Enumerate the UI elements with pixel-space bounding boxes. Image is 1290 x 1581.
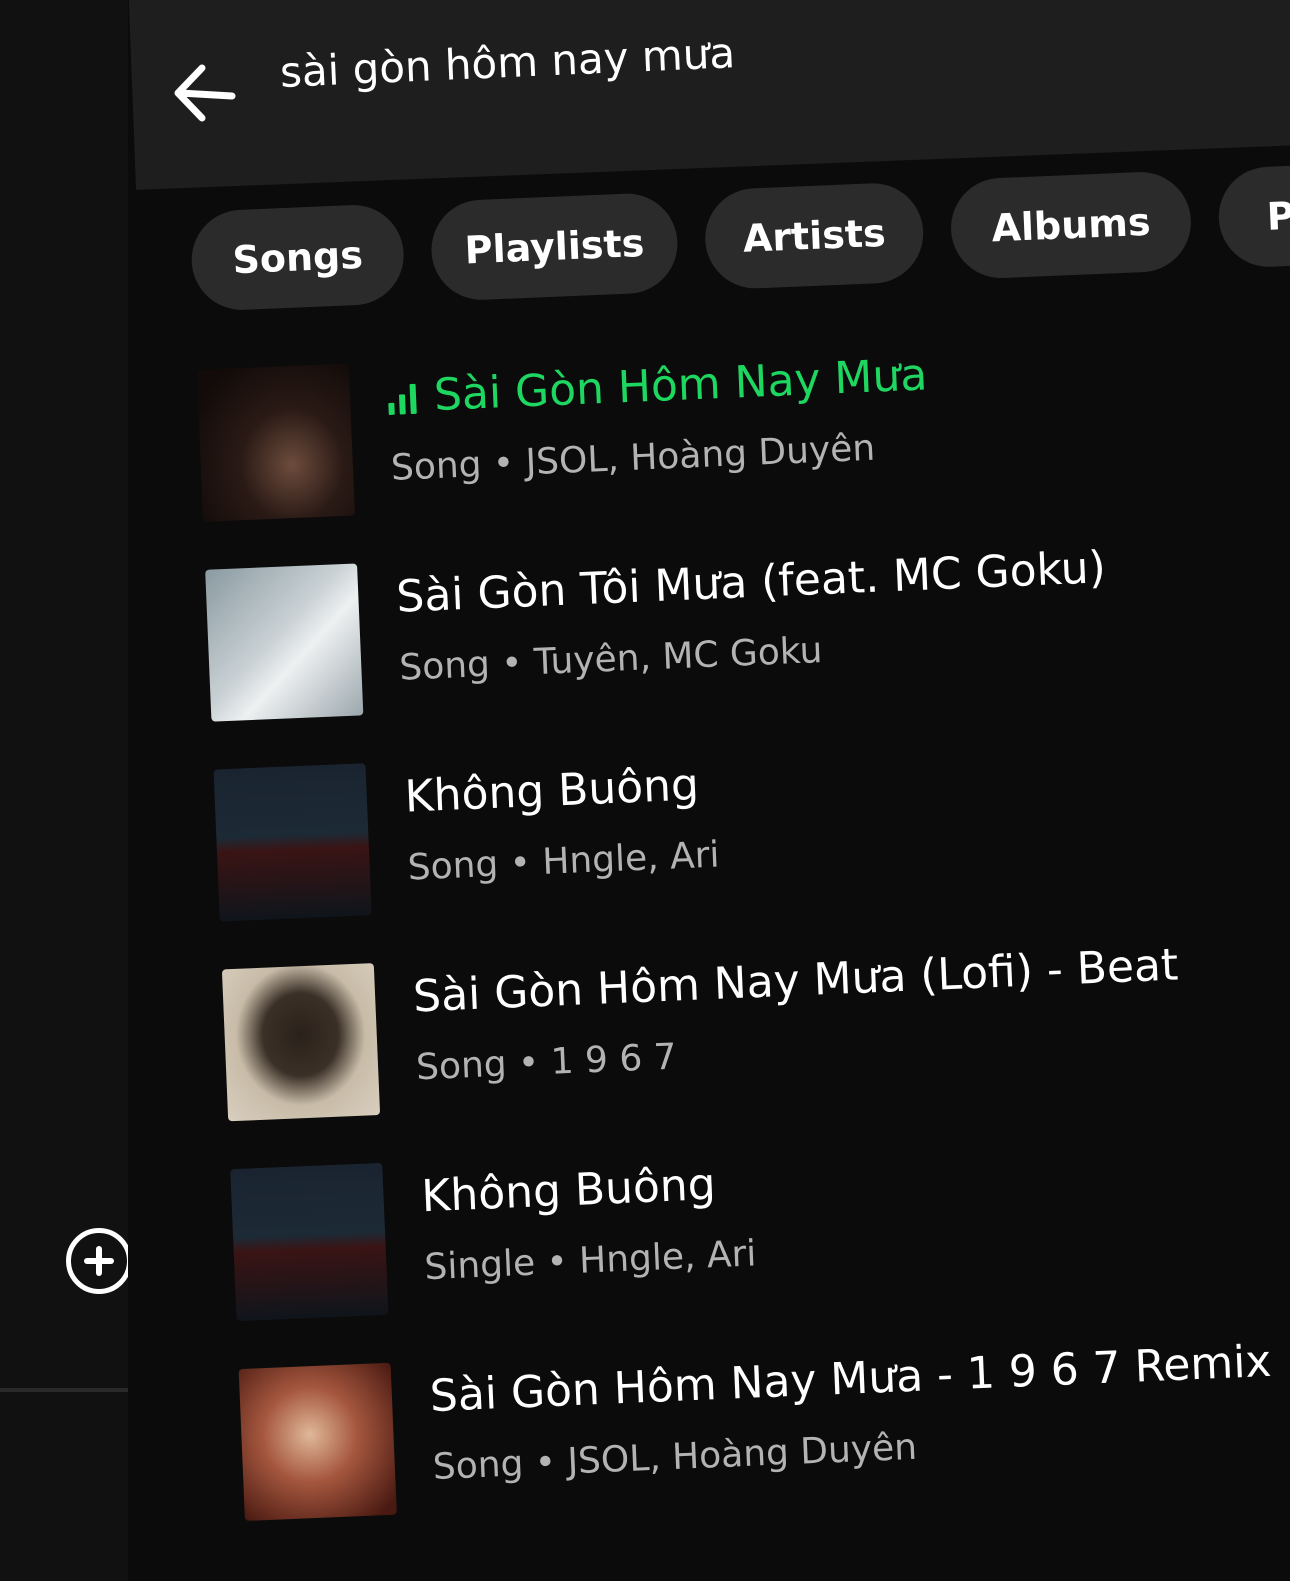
rail-divider	[0, 1388, 148, 1392]
chip-albums[interactable]: Albums	[949, 170, 1193, 281]
add-icon[interactable]	[66, 1228, 132, 1294]
result-row[interactable]: Sài Gòn Hôm Nay Mưa Song • JSOL, Hoàng D…	[196, 323, 1290, 530]
album-art	[230, 1162, 389, 1322]
chip-more[interactable]: P	[1216, 163, 1290, 269]
album-art	[205, 563, 364, 722]
result-subtitle: Single • Hngle, Ari	[423, 1233, 758, 1289]
album-art	[196, 363, 355, 522]
back-arrow-icon[interactable]	[172, 62, 238, 124]
album-art	[238, 1362, 397, 1521]
result-title: Sài Gòn Tôi Mưa (feat. MC Goku)	[395, 542, 1107, 623]
result-subtitle: Song • Hngle, Ari	[406, 834, 721, 889]
result-row[interactable]: Không Buông Single • Hngle, Ari	[230, 1122, 1290, 1329]
result-subtitle: Song • JSOL, Hoàng Duyên	[390, 427, 876, 489]
result-row[interactable]: Sài Gòn Hôm Nay Mưa - 1 9 6 7 Remix Song…	[238, 1322, 1290, 1529]
equalizer-icon	[388, 383, 423, 415]
result-subtitle: Song • JSOL, Hoàng Duyên	[432, 1426, 918, 1489]
chip-songs[interactable]: Songs	[189, 203, 406, 312]
album-art	[213, 763, 372, 922]
chip-playlists[interactable]: Playlists	[429, 191, 680, 302]
result-title: Sài Gòn Hôm Nay Mưa - 1 9 6 7 Remix	[428, 1335, 1273, 1423]
results-list: Sài Gòn Hôm Nay Mưa Song • JSOL, Hoàng D…	[196, 305, 1290, 1571]
app-screen: sài gòn hôm nay mưa Songs Playlists Arti…	[0, 0, 1290, 1581]
chip-artists[interactable]: Artists	[703, 181, 926, 291]
result-title: Không Buông	[403, 759, 700, 823]
result-row[interactable]: Không Buông Song • Hngle, Ari	[213, 723, 1290, 930]
result-row[interactable]: Sài Gòn Tôi Mưa (feat. MC Goku) Song • T…	[205, 523, 1290, 730]
album-art	[221, 963, 381, 1122]
result-subtitle: Song • 1 9 6 7	[415, 1036, 678, 1089]
result-title: Sài Gòn Hôm Nay Mưa	[387, 349, 928, 423]
result-subtitle: Song • Tuyên, MC Goku	[398, 630, 824, 689]
result-title: Sài Gòn Hôm Nay Mưa (Lofi) - Beat	[412, 939, 1180, 1023]
result-title-text: Sài Gòn Hôm Nay Mưa	[432, 349, 929, 422]
result-title: Không Buông	[420, 1158, 717, 1223]
left-rail	[0, 0, 148, 1581]
result-row[interactable]: Sài Gòn Hôm Nay Mưa (Lofi) - Beat Song •…	[221, 923, 1290, 1130]
